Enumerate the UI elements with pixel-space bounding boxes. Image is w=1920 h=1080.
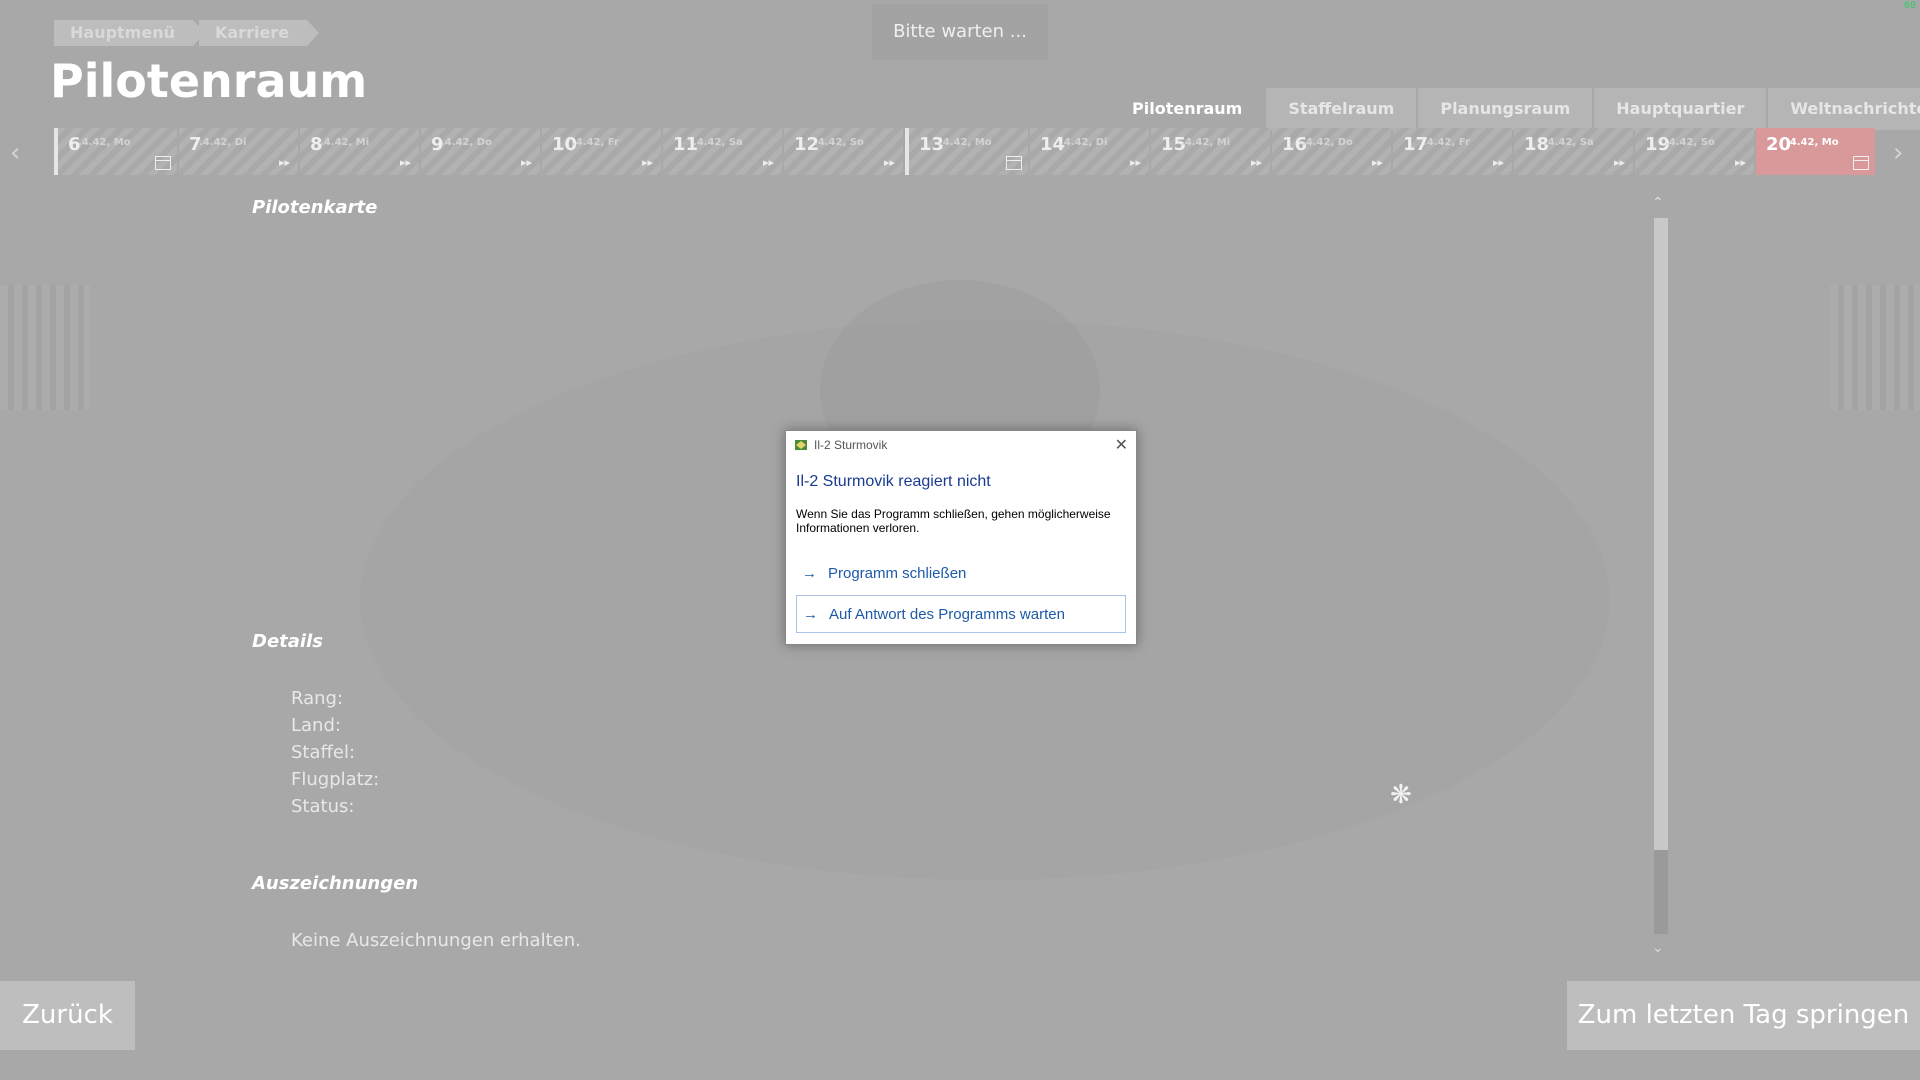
- day-date: .4.42, Sa: [693, 137, 743, 148]
- detail-status: Status:: [291, 796, 355, 817]
- fast-forward-icon[interactable]: ▸▸: [884, 156, 895, 169]
- day-tile[interactable]: 16.4.42, Do ▸▸: [1272, 128, 1391, 175]
- day-date: .4.42, Mo: [1786, 137, 1839, 148]
- day-date: .4.42, Di: [199, 137, 247, 148]
- fast-forward-icon[interactable]: ▸▸: [642, 156, 653, 169]
- day-date: .4.42, Sa: [1544, 137, 1594, 148]
- day-timeline: ‹ 6.4.42, Mo 7.4.42, Di ▸▸ 8.4.42, Mi ▸▸ 9.4.…: [0, 128, 1920, 175]
- close-program-label: Programm schließen: [828, 565, 967, 582]
- day-tile[interactable]: 17.4.42, Fr ▸▸: [1393, 128, 1512, 175]
- scrollbar[interactable]: [1654, 200, 1668, 952]
- fast-forward-icon[interactable]: ▸▸: [521, 156, 532, 169]
- fast-forward-icon[interactable]: ▸▸: [1251, 156, 1262, 169]
- room-tabs: Pilotenraum Staffelraum Planungsraum Hau…: [1110, 88, 1920, 130]
- section-details: Details: [252, 631, 323, 652]
- chevron-right-icon[interactable]: ›: [1893, 138, 1903, 168]
- back-button[interactable]: Zurück: [0, 981, 135, 1050]
- day-tile[interactable]: 13.4.42, Mo: [905, 128, 1028, 175]
- day-tile[interactable]: 12.4.42, So ▸▸: [784, 128, 903, 175]
- day-date: .4.42, Di: [1060, 137, 1108, 148]
- day-date: .4.42, Fr: [572, 137, 619, 148]
- scroll-down-icon[interactable]: ⌄: [1652, 940, 1664, 956]
- day-list: 6.4.42, Mo 7.4.42, Di ▸▸ 8.4.42, Mi ▸▸ 9.4.42…: [54, 128, 1877, 175]
- fast-forward-icon[interactable]: ▸▸: [763, 156, 774, 169]
- dialog-title: Il-2 Sturmovik: [814, 438, 888, 452]
- breadcrumb-career[interactable]: Karriere: [198, 20, 320, 46]
- wait-indicator: Bitte warten ...: [872, 4, 1048, 60]
- app-logo-icon: [795, 440, 807, 450]
- day-tile[interactable]: 6.4.42, Mo: [54, 128, 177, 175]
- breadcrumb-main-menu[interactable]: Hauptmenü: [54, 20, 205, 46]
- dialog-heading: Il-2 Sturmovik reagiert nicht: [796, 473, 991, 490]
- chevron-left-icon[interactable]: ‹: [10, 138, 20, 168]
- day-tile[interactable]: 10.4.42, Fr ▸▸: [542, 128, 661, 175]
- loading-spinner-icon: ❋: [1390, 780, 1412, 810]
- wait-for-program-option[interactable]: → Auf Antwort des Programms warten: [796, 595, 1126, 633]
- calendar-icon[interactable]: [155, 156, 171, 170]
- tab-weltnachrichten[interactable]: Weltnachrichten: [1768, 88, 1920, 130]
- tab-planungsraum[interactable]: Planungsraum: [1418, 88, 1593, 130]
- day-date: .4.42, Mo: [939, 137, 992, 148]
- day-tile[interactable]: 18.4.42, Sa ▸▸: [1514, 128, 1633, 175]
- tab-pilotenraum[interactable]: Pilotenraum: [1110, 88, 1264, 130]
- day-date: .4.42, So: [1665, 137, 1715, 148]
- jump-to-last-day-button[interactable]: Zum letzten Tag springen: [1567, 981, 1920, 1050]
- tab-staffelraum[interactable]: Staffelraum: [1266, 88, 1417, 130]
- day-tile[interactable]: 7.4.42, Di ▸▸: [179, 128, 298, 175]
- calendar-icon[interactable]: [1853, 156, 1869, 170]
- detail-country: Land:: [291, 715, 341, 736]
- dialog-titlebar: Il-2 Sturmovik ✕: [786, 431, 1136, 459]
- arrow-right-icon: →: [803, 606, 818, 623]
- fps-counter: 60: [1903, 0, 1916, 11]
- detail-squadron: Staffel:: [291, 742, 356, 763]
- day-date: .4.42, So: [814, 137, 864, 148]
- wait-for-program-label: Auf Antwort des Programms warten: [829, 606, 1065, 623]
- close-program-option[interactable]: → Programm schließen: [796, 555, 1126, 593]
- fast-forward-icon[interactable]: ▸▸: [1493, 156, 1504, 169]
- day-date: .4.42, Do: [441, 137, 492, 148]
- day-date: .4.42, Fr: [1423, 137, 1470, 148]
- dialog-message: Wenn Sie das Programm schließen, gehen m…: [796, 507, 1111, 535]
- fast-forward-icon[interactable]: ▸▸: [1372, 156, 1383, 169]
- section-awards: Auszeichnungen: [252, 873, 419, 894]
- fast-forward-icon[interactable]: ▸▸: [1614, 156, 1625, 169]
- tab-hauptquartier[interactable]: Hauptquartier: [1594, 88, 1767, 130]
- close-icon[interactable]: ✕: [1115, 435, 1128, 454]
- awards-empty-text: Keine Auszeichnungen erhalten.: [291, 930, 581, 951]
- fast-forward-icon[interactable]: ▸▸: [1130, 156, 1141, 169]
- fast-forward-icon[interactable]: ▸▸: [279, 156, 290, 169]
- day-date: .4.42, Mo: [78, 137, 131, 148]
- page-title: Pilotenraum: [50, 54, 368, 108]
- scroll-thumb[interactable]: [1654, 218, 1668, 850]
- fast-forward-icon[interactable]: ▸▸: [1735, 156, 1746, 169]
- day-date: .4.42, Mi: [320, 137, 370, 148]
- day-date: .4.42, Mi: [1181, 137, 1231, 148]
- section-pilot-card: Pilotenkarte: [252, 197, 378, 218]
- day-tile[interactable]: 11.4.42, Sa ▸▸: [663, 128, 782, 175]
- day-tile[interactable]: 8.4.42, Mi ▸▸: [300, 128, 419, 175]
- not-responding-dialog: Il-2 Sturmovik ✕ Il-2 Sturmovik reagiert…: [785, 430, 1137, 645]
- day-tile[interactable]: 14.4.42, Di ▸▸: [1030, 128, 1149, 175]
- day-tile[interactable]: 20.4.42, Mo: [1756, 128, 1875, 175]
- day-tile[interactable]: 9.4.42, Do ▸▸: [421, 128, 540, 175]
- arrow-right-icon: →: [802, 565, 817, 582]
- detail-airfield: Flugplatz:: [291, 769, 380, 790]
- detail-rank: Rang:: [291, 688, 344, 709]
- calendar-icon[interactable]: [1006, 156, 1022, 170]
- day-tile[interactable]: 15.4.42, Mi ▸▸: [1151, 128, 1270, 175]
- breadcrumb: Hauptmenü Karriere: [54, 20, 320, 46]
- day-tile[interactable]: 19.4.42, So ▸▸: [1635, 128, 1754, 175]
- fast-forward-icon[interactable]: ▸▸: [400, 156, 411, 169]
- day-date: .4.42, Do: [1302, 137, 1353, 148]
